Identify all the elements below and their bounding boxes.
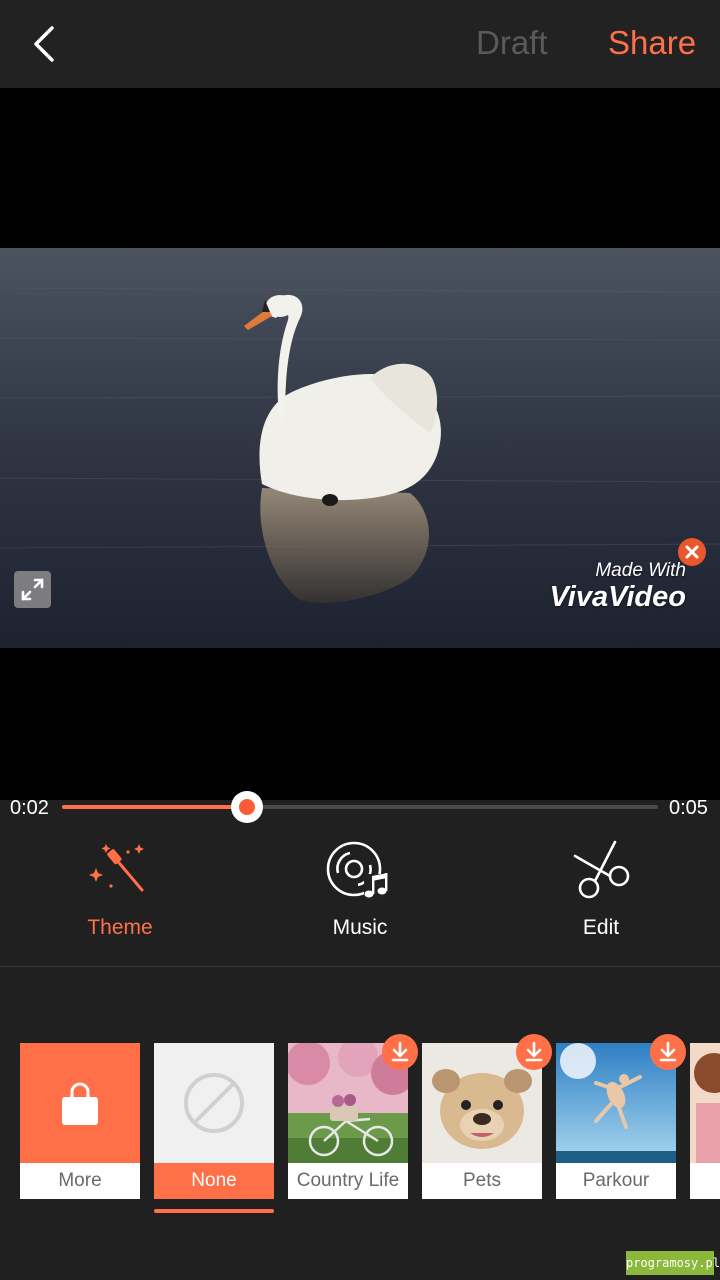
theme-label: Parkour: [556, 1163, 676, 1199]
tab-theme-label: Theme: [87, 916, 153, 939]
video-player[interactable]: Made With VivaVideo: [0, 88, 720, 800]
total-time: 0:05: [669, 797, 708, 819]
seek-bar[interactable]: [62, 791, 658, 823]
current-time: 0:02: [10, 797, 49, 819]
shopping-bag-icon: [62, 1082, 98, 1125]
theme-list[interactable]: More None Country Life Pets Parkour: [20, 1034, 720, 1223]
selected-indicator: [154, 1209, 274, 1213]
tab-music[interactable]: Music: [280, 838, 440, 948]
scissors-icon: [573, 840, 630, 899]
download-icon: [391, 1041, 409, 1062]
seek-bar-handle[interactable]: [230, 791, 263, 823]
theme-partial[interactable]: [690, 1043, 720, 1199]
theme-label: Pets: [422, 1163, 542, 1199]
theme-more[interactable]: More: [20, 1043, 140, 1199]
theme-pets[interactable]: Pets: [422, 1034, 552, 1199]
theme-label: Country Life: [288, 1163, 408, 1199]
fullscreen-button[interactable]: [14, 571, 51, 608]
draft-button[interactable]: Draft: [476, 24, 548, 62]
theme-label: [690, 1163, 720, 1199]
theme-partial-thumbnail: [690, 1043, 720, 1163]
download-icon: [525, 1041, 543, 1062]
theme-more-thumbnail: [20, 1043, 140, 1163]
expand-icon: [21, 578, 44, 601]
theme-none[interactable]: None: [154, 1043, 274, 1213]
tab-edit-label: Edit: [582, 916, 620, 939]
none-icon: [184, 1073, 244, 1133]
download-button[interactable]: [650, 1034, 686, 1070]
download-button[interactable]: [516, 1034, 552, 1070]
magic-wand-icon: [89, 844, 144, 892]
tab-music-label: Music: [332, 916, 388, 939]
theme-label: None: [154, 1163, 274, 1199]
tab-edit[interactable]: Edit: [521, 838, 681, 948]
site-watermark: programosy.pl: [626, 1251, 720, 1275]
watermark-made-with: Made With: [595, 560, 686, 581]
top-bar: Draft Share: [0, 0, 720, 88]
back-button[interactable]: [22, 18, 70, 70]
share-button[interactable]: Share: [608, 24, 696, 62]
chevron-left-icon: [34, 26, 54, 62]
download-button[interactable]: [382, 1034, 418, 1070]
music-disc-icon: [326, 841, 388, 900]
video-frame[interactable]: Made With VivaVideo: [0, 248, 720, 648]
theme-none-thumbnail: [154, 1043, 274, 1163]
watermark-brand: VivaVideo: [549, 581, 686, 613]
theme-country-life[interactable]: Country Life: [288, 1034, 418, 1199]
partial-theme-image: [690, 1043, 720, 1163]
seek-bar-progress: [62, 805, 247, 809]
tab-theme[interactable]: Theme: [40, 838, 200, 948]
theme-parkour[interactable]: Parkour: [556, 1034, 686, 1199]
download-icon: [659, 1041, 677, 1062]
theme-label: More: [20, 1163, 140, 1199]
section-divider: [0, 966, 720, 967]
